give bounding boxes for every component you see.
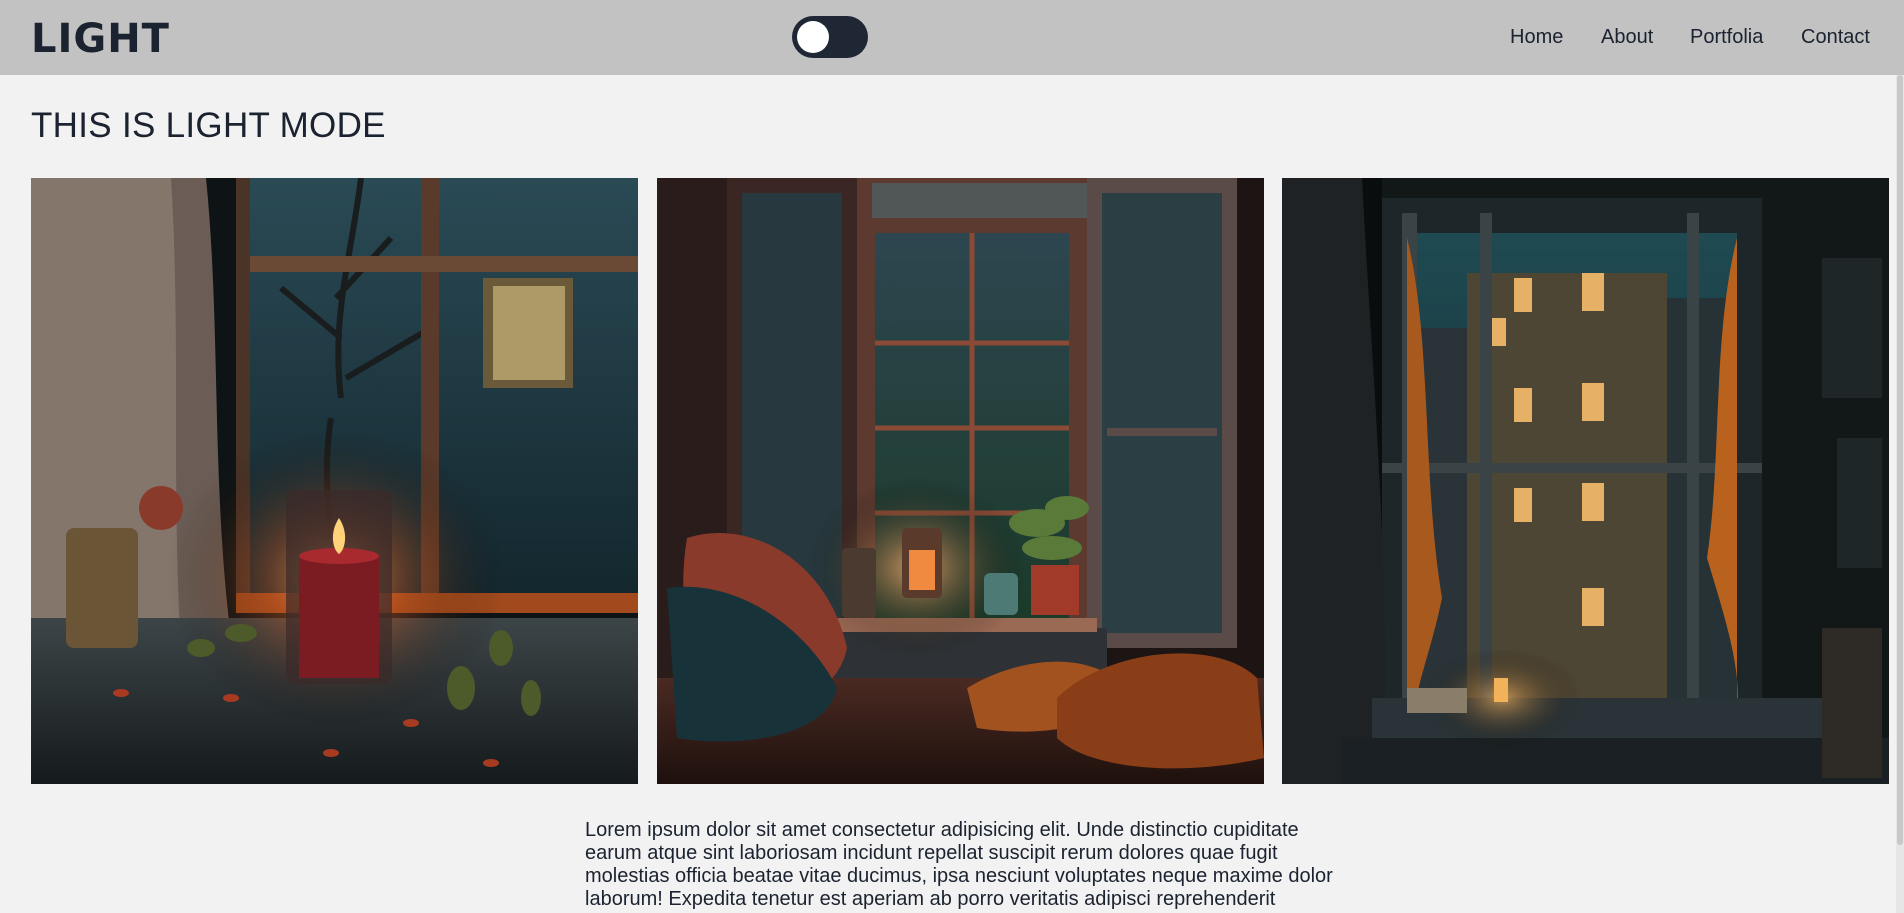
nav-link-about[interactable]: About (1601, 24, 1653, 50)
page-scrollbar[interactable] (1896, 75, 1904, 913)
top-navbar: LIGHT Home About Portfolia Contact (0, 0, 1904, 75)
gallery-image-candle (31, 178, 638, 784)
page-title: THIS IS LIGHT MODE (31, 106, 386, 145)
scrollbar-thumb[interactable] (1897, 75, 1903, 845)
nav-link-contact[interactable]: Contact (1801, 24, 1870, 50)
intro-paragraph: Lorem ipsum dolor sit amet consectetur a… (585, 819, 1333, 910)
nav-link-home[interactable]: Home (1510, 24, 1563, 50)
gallery-image-window-nook (657, 178, 1264, 784)
gallery-image-city-window (1282, 178, 1889, 784)
nav-link-portfolia[interactable]: Portfolia (1690, 24, 1763, 50)
main-nav: Home About Portfolia Contact (0, 24, 1904, 50)
